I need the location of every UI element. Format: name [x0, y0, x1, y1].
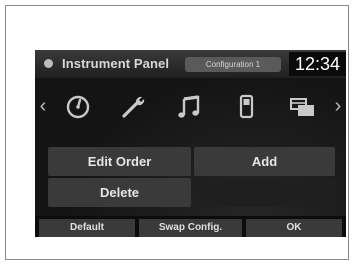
scroll-left-arrow-icon[interactable]: ‹	[38, 95, 48, 117]
header-bar: Instrument Panel Configuration 1 12:34	[35, 50, 346, 78]
gauge-icon[interactable]	[61, 91, 95, 123]
screens-icon[interactable]	[285, 91, 319, 123]
configuration-tab[interactable]: Configuration 1	[185, 57, 281, 72]
delete-button[interactable]: Delete	[48, 178, 191, 207]
scroll-right-arrow-icon[interactable]: ›	[333, 95, 343, 117]
instrument-panel-screen: Instrument Panel Configuration 1 12:34 ‹	[35, 50, 346, 237]
swap-config-button[interactable]: Swap Config.	[139, 219, 242, 237]
ok-button[interactable]: OK	[246, 219, 342, 237]
screen-shading	[35, 50, 346, 237]
phone-icon[interactable]	[229, 91, 263, 123]
music-note-icon[interactable]	[173, 91, 207, 123]
empty-button-slot	[194, 178, 335, 207]
clock: 12:34	[289, 52, 346, 76]
wrench-icon[interactable]	[117, 91, 151, 123]
page-title: Instrument Panel	[62, 56, 170, 71]
add-button[interactable]: Add	[194, 147, 335, 176]
default-button[interactable]: Default	[39, 219, 135, 237]
edit-order-button[interactable]: Edit Order	[48, 147, 191, 176]
icon-carousel: ‹ ›	[35, 82, 346, 132]
figure-frame: Instrument Panel Configuration 1 12:34 ‹	[5, 5, 349, 260]
home-icon[interactable]	[44, 59, 53, 68]
